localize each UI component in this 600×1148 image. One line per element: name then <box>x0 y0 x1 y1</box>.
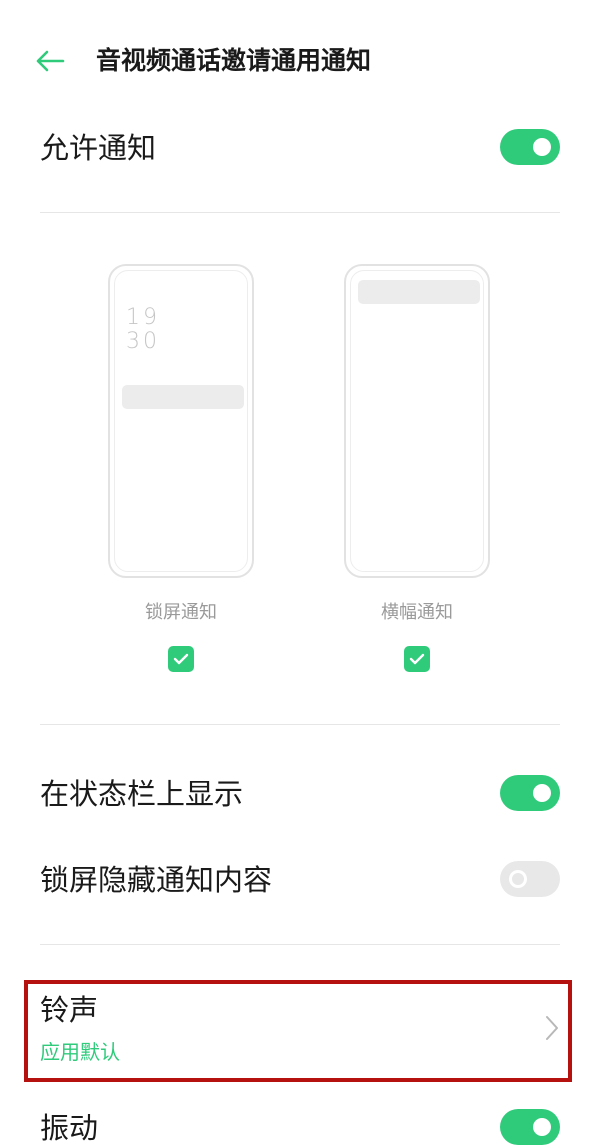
banner-preview[interactable] <box>344 264 490 578</box>
allow-notifications-toggle[interactable] <box>500 129 560 165</box>
page-title: 音视频通话邀请通用通知 <box>96 46 372 75</box>
toggle-knob <box>533 138 551 156</box>
notification-placeholder <box>122 385 244 409</box>
divider <box>40 724 560 725</box>
back-button[interactable] <box>30 42 70 80</box>
clock-hour: 19 <box>126 305 160 330</box>
ringtone-value: 应用默认 <box>40 1040 120 1064</box>
status-bar-label: 在状态栏上显示 <box>40 777 244 811</box>
lock-screen-preview[interactable]: 19 30 <box>108 264 254 578</box>
status-bar-toggle[interactable] <box>500 775 560 811</box>
check-icon <box>409 653 425 665</box>
lock-screen-label: 锁屏通知 <box>145 602 217 623</box>
allow-notifications-label: 允许通知 <box>40 131 157 165</box>
hide-lock-content-toggle[interactable] <box>500 861 560 897</box>
check-icon <box>173 653 189 665</box>
banner-checkbox[interactable] <box>404 646 430 672</box>
vibration-label: 振动 <box>40 1111 99 1145</box>
phone-screen <box>350 270 484 572</box>
ringtone-row[interactable] <box>24 980 572 1082</box>
clock-minute: 30 <box>126 329 160 354</box>
hide-lock-content-label: 锁屏隐藏通知内容 <box>40 863 273 897</box>
chevron-right-icon <box>546 1016 558 1040</box>
banner-placeholder <box>358 280 480 304</box>
toggle-knob <box>509 870 527 888</box>
toggle-knob <box>533 1118 551 1136</box>
ringtone-label: 铃声 <box>40 993 99 1027</box>
divider <box>40 212 560 213</box>
lock-screen-clock: 19 30 <box>126 306 160 354</box>
toggle-knob <box>533 784 551 802</box>
banner-label: 横幅通知 <box>381 602 453 623</box>
arrow-left-icon <box>36 50 65 72</box>
divider <box>40 944 560 945</box>
lock-screen-checkbox[interactable] <box>168 646 194 672</box>
